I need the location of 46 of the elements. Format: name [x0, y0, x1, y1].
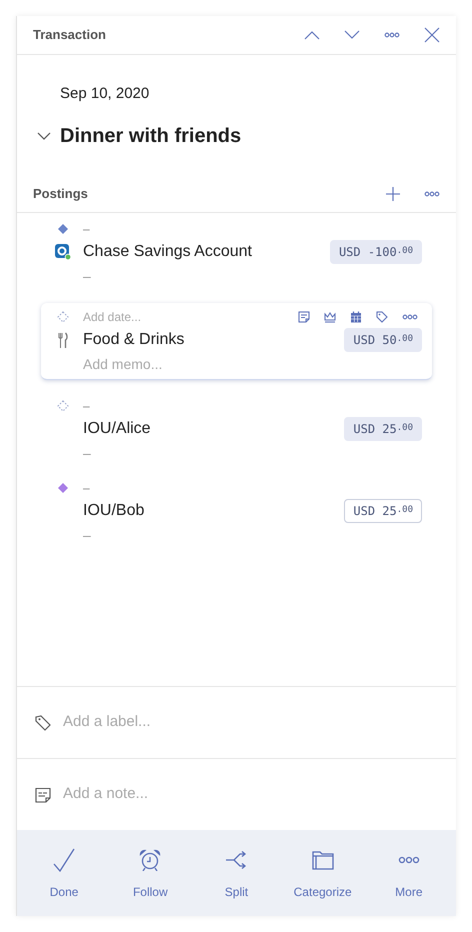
more-icon [424, 190, 440, 196]
tag-icon[interactable] [376, 311, 388, 323]
action-button[interactable]: Done [22, 845, 106, 901]
checkmark-icon [52, 848, 76, 872]
date-field[interactable]: Add date... [83, 308, 142, 326]
posting-memo[interactable]: – [83, 266, 91, 286]
transaction-date[interactable]: Sep 10, 2020 [60, 82, 150, 105]
posting-date[interactable]: – [83, 220, 90, 238]
action-button[interactable]: Categorize [280, 845, 365, 901]
fork-knife-icon [58, 332, 68, 348]
transaction-title[interactable]: Dinner with friends [60, 121, 242, 151]
chevron-down-icon[interactable] [344, 30, 360, 40]
more-icon [398, 855, 420, 865]
note-icon[interactable] [298, 311, 310, 323]
memo-field[interactable]: Add memo... [83, 354, 162, 374]
label-field[interactable]: Add a label... [63, 711, 456, 734]
add-icon[interactable] [386, 186, 400, 200]
posting-date[interactable]: – [83, 479, 90, 497]
more-icon [402, 314, 418, 320]
action-button[interactable]: Follow [108, 845, 192, 901]
bank-logo-icon [55, 244, 71, 260]
note-field[interactable]: Add a note... [63, 783, 456, 806]
posting-memo[interactable]: – [83, 442, 91, 464]
chevron-up-icon[interactable] [304, 30, 320, 40]
dashed-diamond-icon [57, 311, 69, 323]
close-icon[interactable] [424, 27, 440, 43]
account-name[interactable]: IOU/Bob [83, 499, 144, 523]
account-name[interactable]: Food & Drinks [83, 328, 184, 352]
posting-date[interactable]: – [83, 397, 90, 415]
account-name[interactable]: Chase Savings Account [83, 240, 252, 264]
dashed-diamond-icon [57, 400, 69, 412]
split-arrows-icon [225, 851, 248, 869]
folder-icon [312, 850, 334, 870]
action-button[interactable]: Split [194, 845, 278, 901]
calendar-icon[interactable] [350, 311, 362, 323]
action-button[interactable]: More [366, 845, 451, 901]
more-icon [384, 32, 400, 38]
note-icon [35, 786, 51, 802]
account-name[interactable]: IOU/Alice [83, 417, 151, 441]
panel-title: Transaction [33, 26, 106, 44]
postings-title: Postings [33, 184, 88, 203]
tag-icon [35, 714, 51, 730]
crown-icon[interactable] [324, 311, 336, 323]
alarm-clock-icon [139, 849, 162, 871]
posting-memo[interactable]: – [83, 524, 91, 546]
chevron-down-icon[interactable] [37, 132, 51, 140]
